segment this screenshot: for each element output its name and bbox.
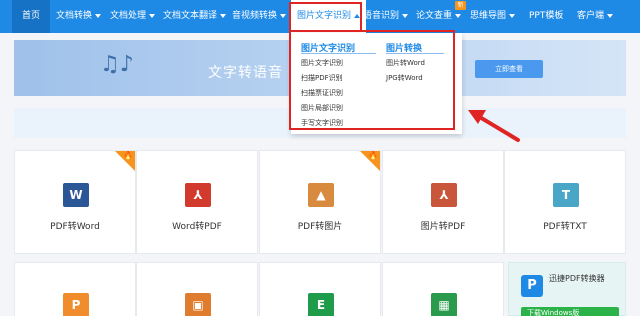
download-button[interactable]: 下载Windows版 xyxy=(521,307,619,316)
tool-label: PDF转Word xyxy=(50,222,100,232)
banner-view-button[interactable]: 立即查看 xyxy=(475,60,543,78)
nav-speech-label: 语音识别 xyxy=(363,11,400,21)
pdf-icon: ⅄ xyxy=(431,183,457,207)
tool-label: PDF转图片 xyxy=(297,222,343,232)
excel-icon: E xyxy=(308,293,334,316)
chevron-down-icon xyxy=(149,13,156,18)
page: 首页 文档转换 文档处理 文档文本翻译 音视频转换 图片文字识别 语音识别 论文… xyxy=(0,0,640,316)
tool-card-image-to-pdf[interactable]: ⅄ 图片转PDF xyxy=(382,150,504,254)
tool-grid: 🔥 W PDF转Word ⅄ Word转PDF 🔥 ▲ PDF转图片 ⅄ 图片转… xyxy=(14,150,626,316)
new-badge: 新 xyxy=(455,1,466,10)
tool-label: Word转PDF xyxy=(172,222,222,232)
highlight-nav-box xyxy=(289,2,362,32)
annotation-arrow-icon xyxy=(468,110,520,142)
banner-title: 文字转语音 xyxy=(208,65,283,81)
nav-client-label: 客户端 xyxy=(577,11,605,21)
slides-icon: ▣ xyxy=(185,293,211,316)
txt-icon: T xyxy=(553,183,579,207)
tool-card-sheet[interactable]: ▦ xyxy=(382,262,504,316)
pdf-icon: ⅄ xyxy=(185,183,211,207)
promo-card[interactable]: P 迅捷PDF转换器 下载Windows版 xyxy=(508,262,626,316)
nav-av-convert[interactable]: 音视频转换 xyxy=(232,0,287,33)
nav-plagiarism-label: 论文查重 xyxy=(416,11,453,21)
chevron-down-icon xyxy=(220,13,227,18)
tool-card-pdf-to-word[interactable]: 🔥 W PDF转Word xyxy=(14,150,136,254)
tool-card-ppt[interactable]: P xyxy=(14,262,136,316)
promo-text: 迅捷PDF转换器 xyxy=(549,274,605,283)
image-icon: ▲ xyxy=(308,183,334,207)
nav-mindmap-label: 思维导图 xyxy=(470,11,507,21)
chevron-down-icon xyxy=(402,13,409,18)
sheet-icon: ▦ xyxy=(431,293,457,316)
ppt-icon: P xyxy=(63,293,89,316)
music-note-icon: ♫♪ xyxy=(100,52,134,77)
nav-doc-translate[interactable]: 文档文本翻译 xyxy=(163,0,227,33)
chevron-down-icon xyxy=(607,13,614,18)
nav-mindmap[interactable]: 思维导图 xyxy=(470,0,516,33)
chevron-down-icon xyxy=(280,13,287,18)
word-icon: W xyxy=(63,183,89,207)
nav-doc-convert-label: 文档转换 xyxy=(56,11,93,21)
tool-label: PDF转TXT xyxy=(543,222,587,232)
nav-speech[interactable]: 语音识别 xyxy=(363,0,409,33)
fire-icon: 🔥 xyxy=(123,151,133,160)
nav-doc-translate-label: 文档文本翻译 xyxy=(163,11,218,21)
tool-card-word-to-pdf[interactable]: ⅄ Word转PDF xyxy=(136,150,258,254)
tool-card-pdf-to-txt[interactable]: T PDF转TXT xyxy=(504,150,626,254)
chevron-down-icon xyxy=(95,13,102,18)
nav-ppt-template[interactable]: PPT模板 xyxy=(529,0,563,33)
nav-doc-process-label: 文档处理 xyxy=(110,11,147,21)
chevron-down-icon xyxy=(455,13,462,18)
tool-card-slides[interactable]: ▣ xyxy=(136,262,258,316)
fire-icon: 🔥 xyxy=(368,151,378,160)
tool-label: 图片转PDF xyxy=(420,222,466,232)
nav-doc-convert[interactable]: 文档转换 xyxy=(56,0,102,33)
tool-card-pdf-to-image[interactable]: 🔥 ▲ PDF转图片 xyxy=(259,150,381,254)
nav-doc-process[interactable]: 文档处理 xyxy=(110,0,156,33)
tool-card-excel[interactable]: E xyxy=(259,262,381,316)
nav-client[interactable]: 客户端 xyxy=(577,0,614,33)
highlight-dropdown-box xyxy=(289,30,455,130)
nav-home[interactable]: 首页 xyxy=(12,0,51,33)
nav-av-convert-label: 音视频转换 xyxy=(232,11,278,21)
app-logo-icon: P xyxy=(521,275,543,297)
chevron-down-icon xyxy=(509,13,516,18)
